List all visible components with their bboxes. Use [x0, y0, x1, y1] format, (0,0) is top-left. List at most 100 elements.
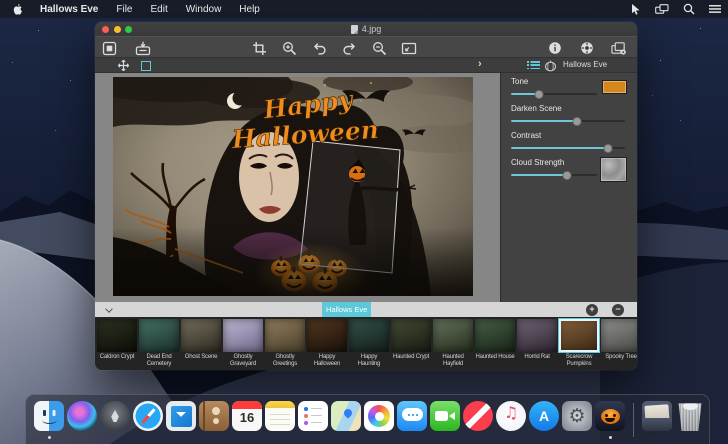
darken-scene-slider-thumb[interactable] — [572, 116, 582, 126]
zoom-out-icon[interactable] — [371, 40, 387, 56]
thumb-image[interactable] — [433, 319, 473, 352]
thumb-image[interactable] — [307, 319, 347, 352]
thumb-image[interactable] — [223, 319, 263, 352]
thumb-image[interactable] — [265, 319, 305, 352]
dock-reminders-icon[interactable] — [298, 401, 328, 431]
dock-news-icon[interactable] — [463, 401, 493, 431]
thumb-image[interactable] — [517, 319, 557, 352]
thumb-label: Ghostly Graveyard — [229, 354, 257, 367]
menu-app-name[interactable]: Hallows Eve — [31, 4, 107, 15]
menu-window[interactable]: Window — [177, 4, 231, 15]
filmstrip-thumb[interactable]: Scarecrow Pumpkins — [559, 319, 599, 370]
dock-item-downloads-folder — [642, 401, 672, 443]
dock-facetime-icon[interactable] — [430, 401, 460, 431]
settings-icon[interactable] — [579, 40, 595, 56]
dock-system-preferences-icon[interactable] — [562, 401, 592, 431]
dock-finder-icon[interactable] — [34, 401, 64, 431]
dock-divider — [633, 403, 634, 437]
filmstrip-thumb[interactable]: Haunted House — [475, 319, 515, 370]
move-tool-icon[interactable] — [117, 59, 130, 72]
dock-mail-icon[interactable] — [166, 401, 196, 431]
contrast-slider-thumb[interactable] — [603, 143, 613, 153]
menu-help[interactable]: Help — [230, 4, 269, 15]
info-icon[interactable] — [547, 40, 563, 56]
dock-maps-icon[interactable] — [331, 401, 361, 431]
thumb-label: Haunted Crypt — [392, 354, 430, 360]
collapse-filmstrip-chevron-icon[interactable] — [105, 305, 113, 313]
frame-icon[interactable] — [101, 40, 117, 56]
displays-icon[interactable] — [655, 3, 669, 15]
close-button[interactable] — [102, 25, 109, 33]
fit-image-icon[interactable] — [401, 40, 417, 56]
redo-icon[interactable] — [341, 40, 357, 56]
menu-edit[interactable]: Edit — [141, 4, 176, 15]
filmstrip-thumb[interactable]: Happy Haunting — [349, 319, 389, 370]
pumpkin-icon[interactable] — [544, 59, 557, 72]
thumb-image[interactable] — [139, 319, 179, 352]
thumb-label: Spooky Tree — [605, 354, 637, 360]
dock-downloads-folder-icon[interactable] — [642, 401, 672, 431]
add-button[interactable]: + — [586, 303, 598, 316]
dock-photos-icon[interactable] — [364, 401, 394, 431]
filmstrip-thumb[interactable]: Spooky Tree — [601, 319, 637, 370]
apple-menu[interactable] — [12, 3, 23, 16]
menu-file[interactable]: File — [107, 4, 141, 15]
undo-icon[interactable] — [311, 40, 327, 56]
spotlight-icon[interactable] — [683, 3, 695, 15]
tone-slider-thumb[interactable] — [534, 89, 544, 99]
filmstrip-thumb[interactable]: Ghostly Greetings — [265, 319, 305, 370]
contrast-slider-track[interactable] — [511, 143, 625, 153]
dock-safari-icon[interactable] — [133, 401, 163, 431]
thumb-image[interactable] — [475, 319, 515, 352]
panel-collapse-chevron-icon[interactable]: › — [478, 58, 482, 72]
slider-darken-scene: Darken Scene — [511, 104, 627, 126]
thumb-image[interactable] — [391, 319, 431, 352]
filmstrip-thumb[interactable]: Haunted Hayfield — [433, 319, 473, 370]
filmstrip-thumb[interactable]: Haunted Crypt — [391, 319, 431, 370]
marquee-tool-icon[interactable] — [139, 59, 152, 72]
filmstrip-thumb[interactable]: Horrid Rat — [517, 319, 557, 370]
dock-itunes-icon[interactable] — [496, 401, 526, 431]
tone-slider-track[interactable] — [511, 89, 597, 99]
darken-scene-slider-track[interactable] — [511, 116, 625, 126]
dock-hallows-eve-icon[interactable] — [595, 401, 625, 431]
crop-icon[interactable] — [251, 40, 267, 56]
thumb-image[interactable] — [601, 319, 637, 352]
dock-messages-icon[interactable] — [397, 401, 427, 431]
thumb-image[interactable] — [349, 319, 389, 352]
preset-list-icon[interactable] — [527, 61, 540, 70]
tone-color-swatch[interactable] — [602, 80, 627, 94]
dock-item-trash — [675, 401, 705, 443]
zoom-in-icon[interactable] — [281, 40, 297, 56]
dock-notes-icon[interactable] — [265, 401, 295, 431]
dock-app-store-icon[interactable]: A — [529, 401, 559, 431]
thumb-label: Dead End Cemetery — [146, 354, 172, 367]
dock-siri-icon[interactable] — [67, 401, 97, 431]
thumb-image[interactable] — [559, 319, 599, 352]
filmstrip-thumb[interactable]: Caldron Crypt — [97, 319, 137, 370]
dock-contacts-icon[interactable] — [199, 401, 229, 431]
window-titlebar[interactable]: 4.jpg — [95, 22, 637, 36]
cloud-strength-slider-track[interactable] — [511, 170, 597, 180]
cloud-strength-slider-thumb[interactable] — [562, 170, 572, 180]
thumb-image[interactable] — [97, 319, 137, 352]
filmstrip-thumb[interactable]: Dead End Cemetery — [139, 319, 179, 370]
remove-button[interactable]: − — [612, 303, 624, 316]
dock-launchpad-icon[interactable] — [100, 401, 130, 431]
notification-center-icon[interactable] — [709, 4, 721, 14]
zoom-button[interactable] — [125, 25, 132, 33]
preset-category-tab[interactable]: Hallows Eve — [322, 302, 372, 317]
filmstrip-thumb[interactable]: Ghostly Graveyard — [223, 319, 263, 370]
thumb-image[interactable] — [181, 319, 221, 352]
pointer-icon[interactable] — [630, 3, 641, 15]
pumpkin-app-icon — [600, 409, 620, 424]
import-icon[interactable] — [135, 40, 151, 56]
batch-icon[interactable] — [611, 40, 627, 56]
canvas-image[interactable]: Happy Halloween — [113, 77, 473, 296]
minimize-button[interactable] — [113, 25, 121, 33]
dock-item-mail — [166, 401, 196, 443]
filmstrip-thumb[interactable]: Happy Halloween — [307, 319, 347, 370]
dock-calendar-icon[interactable]: 16 — [232, 401, 262, 431]
dock-trash-icon[interactable] — [678, 403, 702, 431]
filmstrip-thumb[interactable]: Ghost Scene — [181, 319, 221, 370]
